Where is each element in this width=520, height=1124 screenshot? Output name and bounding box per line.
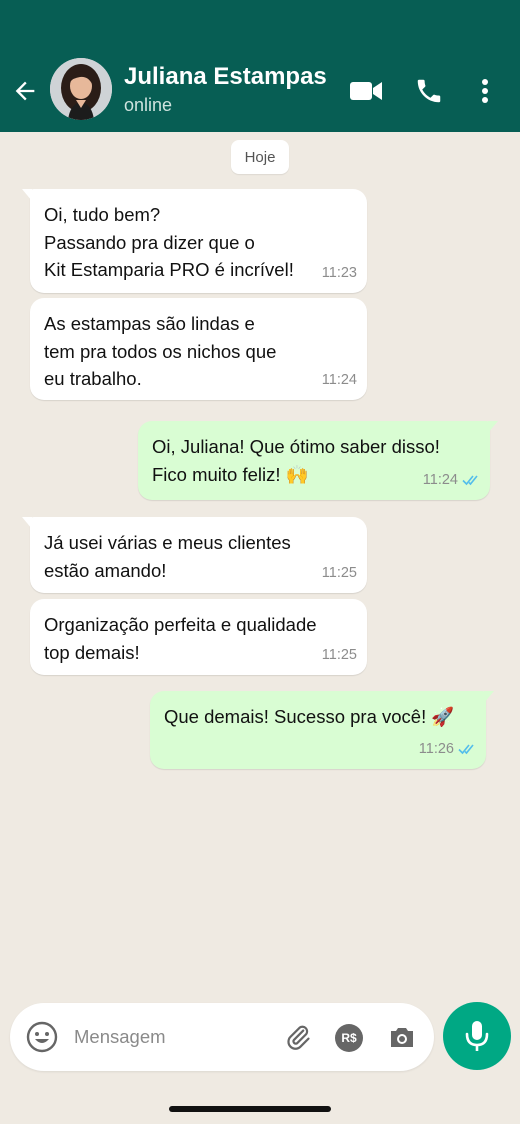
more-options-button[interactable] (474, 74, 496, 108)
chat-header: Juliana Estampas online (0, 0, 520, 132)
read-receipt-icon (458, 743, 476, 755)
message-bubble-outgoing[interactable]: Oi, Juliana! Que ótimo saber disso! Fico… (138, 421, 498, 500)
bubble-tail (22, 189, 32, 201)
bubble-tail (484, 691, 494, 703)
message-time: 11:24 (321, 371, 357, 388)
emoji-button[interactable] (26, 1021, 58, 1053)
arrow-left-icon (15, 81, 35, 101)
bubble-tail (22, 517, 32, 529)
message-meta: 11:26 (419, 736, 476, 764)
message-text: Oi, tudo bem? Passando pra dizer que o K… (44, 204, 294, 280)
message-meta: 11:23 (322, 260, 357, 288)
message-text: Que demais! Sucesso pra você! 🚀 (164, 706, 455, 727)
message-time: 11:25 (321, 646, 357, 663)
message-text: Já usei várias e meus clientes estão ama… (44, 532, 291, 581)
message-input[interactable] (74, 1023, 274, 1051)
date-separator: Hoje (231, 140, 289, 174)
message-time: 11:24 (422, 471, 458, 488)
paperclip-icon (287, 1025, 310, 1050)
attach-button[interactable] (284, 1023, 312, 1051)
voice-message-button[interactable] (443, 1002, 511, 1070)
phone-icon (417, 79, 441, 103)
back-button[interactable] (8, 74, 42, 108)
contact-status: online (124, 95, 173, 115)
message-time: 11:25 (321, 564, 357, 581)
camera-button[interactable] (388, 1024, 416, 1050)
message-bubble-incoming[interactable]: As estampas são lindas e tem pra todos o… (30, 298, 367, 400)
message-meta: 11:24 (322, 367, 357, 395)
payment-button[interactable]: R$ (335, 1024, 363, 1052)
video-call-button[interactable] (348, 74, 384, 108)
message-bubble-incoming[interactable]: Organização perfeita e qualidade top dem… (30, 599, 367, 675)
message-composer: R$ (10, 1003, 434, 1071)
contact-photo (50, 58, 112, 120)
message-meta: 11:24 (423, 467, 480, 495)
microphone-icon (465, 1021, 489, 1051)
message-bubble-incoming[interactable]: Já usei várias e meus clientes estão ama… (22, 517, 367, 593)
voice-call-button[interactable] (412, 74, 446, 108)
message-meta: 11:25 (322, 642, 357, 670)
message-text: Organização perfeita e qualidade top dem… (44, 614, 317, 663)
read-receipt-icon (462, 474, 480, 486)
camera-icon (391, 1028, 413, 1047)
message-text: As estampas são lindas e tem pra todos o… (44, 313, 277, 389)
video-camera-icon (350, 82, 382, 100)
message-time: 11:26 (418, 740, 454, 757)
emoji-icon (26, 1021, 58, 1053)
message-time: 11:23 (321, 264, 357, 281)
bubble-tail (488, 421, 498, 433)
kebab-menu-icon (482, 79, 488, 103)
message-bubble-incoming[interactable]: Oi, tudo bem? Passando pra dizer que o K… (22, 189, 367, 293)
message-meta: 11:25 (322, 560, 357, 588)
contact-name[interactable]: Juliana Estampas (124, 63, 327, 91)
message-bubble-outgoing[interactable]: Que demais! Sucesso pra você! 🚀 11:26 (150, 691, 494, 769)
home-indicator[interactable] (169, 1106, 331, 1112)
avatar[interactable] (50, 58, 112, 120)
